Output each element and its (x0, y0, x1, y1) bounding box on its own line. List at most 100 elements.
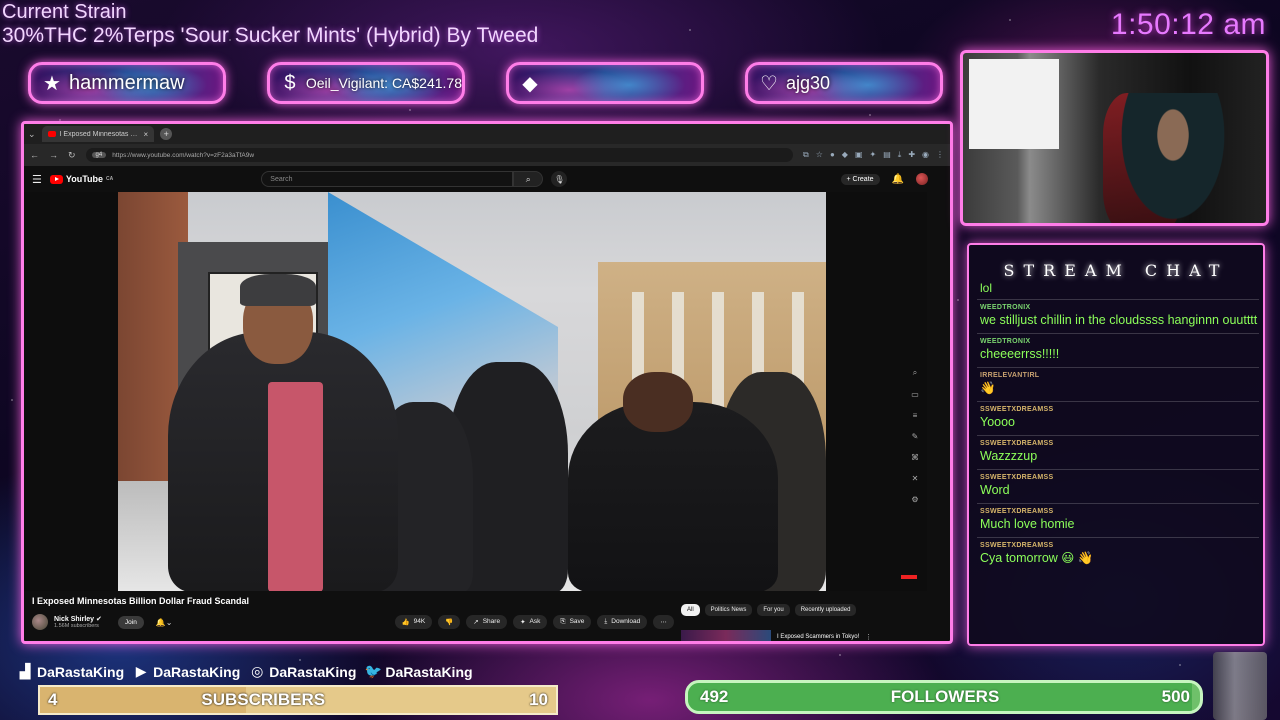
chip-politics-news[interactable]: Politics News (704, 604, 753, 616)
chip-all[interactable]: All (681, 604, 700, 616)
subscriber-goal-bar: 4 SUBSCRIBERS 10 (38, 685, 558, 715)
alert-text: hammermaw (69, 71, 185, 94)
microphone-icon[interactable]: 🎙 (551, 171, 568, 187)
search-input[interactable]: Search (261, 171, 514, 187)
chat-message-list: lol WEEDTRONIX we stilljust chillin in t… (977, 281, 1259, 643)
notifications-bell-icon[interactable]: 🔔 (892, 174, 904, 185)
channel-name[interactable]: Nick Shirley ✔ (54, 615, 102, 623)
extension-icon[interactable]: ◆ (842, 150, 848, 160)
channel-avatar[interactable] (32, 614, 48, 630)
chip-for-you[interactable]: For you (757, 604, 790, 616)
up-next-item[interactable]: I Exposed Scammers in Tokyo! ⋮ (681, 630, 872, 641)
ask-label: Ask (529, 618, 541, 625)
close-icon[interactable]: × (144, 130, 149, 139)
youtube-logo[interactable]: YouTube CA (49, 174, 114, 184)
search-icon[interactable]: ⌕ (913, 368, 917, 378)
chat-username: SSWEETXDREAMSS (980, 440, 1054, 447)
follower-current: 492 (700, 687, 729, 706)
account-avatar[interactable] (916, 173, 928, 185)
puzzle-icon[interactable]: ✚ (908, 150, 915, 160)
youtube-favicon-icon (47, 131, 56, 137)
list-icon[interactable]: ≡ (913, 411, 918, 420)
extension-icon[interactable]: ✦ (870, 150, 877, 160)
hamburger-menu-icon[interactable]: ☰ (32, 173, 42, 186)
menu-dots-icon[interactable]: ⋮ (936, 150, 944, 160)
subscription-bell-icon[interactable]: 🔔⌄ (156, 618, 173, 627)
up-next-title[interactable]: I Exposed Scammers in Tokyo! (777, 634, 859, 640)
chat-username: SSWEETXDREAMSS (980, 508, 1054, 515)
chat-message: SSWEETXDREAMSS Cya tomorrow 😃 👋 (977, 538, 1259, 571)
social-handle: DaRastaKing (37, 663, 125, 680)
chat-message-text: Yoooo (980, 415, 1015, 429)
create-button[interactable]: + Create (840, 173, 880, 185)
video-frame (118, 192, 826, 591)
chat-message-text: 👋 (980, 381, 996, 395)
address-bar: ← → ↻ g4 https://www.youtube.com/watch?v… (24, 144, 950, 166)
dislike-button[interactable]: 👎 (438, 615, 461, 629)
video-metadata: I Exposed Minnesotas Billion Dollar Frau… (24, 594, 927, 641)
join-button[interactable]: Join (117, 615, 144, 629)
chat-message-text: Cya tomorrow 😃 👋 (980, 551, 1094, 565)
tools-icon[interactable]: ✕ (912, 474, 919, 483)
extension-icon[interactable]: ● (830, 150, 835, 160)
browser-side-rail: ⌕ ▭ ≡ ✎ ⌘ ✕ ⚙ (903, 368, 927, 504)
stream-chat-panel: STREAM CHAT lol WEEDTRONIX we stilljust … (967, 243, 1265, 646)
tab-list-icon[interactable]: ⌄ (28, 129, 36, 140)
video-scene-person (268, 382, 323, 591)
search-icon[interactable]: ⌕ (513, 171, 544, 187)
ask-button[interactable]: ✦ Ask (513, 615, 548, 629)
follower-goal-label: FOLLOWERS (890, 687, 1000, 706)
more-actions-button[interactable]: ⋯ (653, 615, 674, 629)
stream-clock: 1:50:12 am (1110, 8, 1266, 41)
browser-window: ⌄ I Exposed Minnesotas Bil... × + ← → ↻ … (21, 121, 953, 644)
chat-username: SSWEETXDREAMSS (980, 542, 1054, 549)
youtube-wordmark: YouTube (65, 174, 104, 184)
extension-icon[interactable]: ▣ (855, 150, 863, 160)
chip-recently-uploaded[interactable]: Recently uploaded (794, 604, 857, 616)
subscriber-goal-target: 10 (529, 690, 548, 709)
tab-strip: ⌄ I Exposed Minnesotas Bil... × + (24, 124, 950, 144)
like-button[interactable]: 👍 94K (394, 615, 433, 629)
chat-message: SSWEETXDREAMSS Yoooo (977, 402, 1259, 436)
up-next-thumbnail[interactable] (681, 630, 771, 641)
forward-icon[interactable]: → (49, 150, 58, 160)
sidebar-icon[interactable]: ▤ (883, 150, 891, 160)
chat-message-text: Wazzzzup (980, 449, 1038, 463)
sparkle-icon: ✦ (520, 619, 526, 626)
strain-description: 30%THC 2%Terps 'Sour Sucker Mints' (Hybr… (2, 24, 539, 47)
alert-text: ajg30 (786, 72, 831, 93)
share-button[interactable]: ↗ Share (466, 615, 508, 629)
download-label: Download (611, 618, 641, 625)
install-icon[interactable]: ⧉ (803, 150, 809, 160)
save-button[interactable]: ⎘ Save (553, 615, 592, 629)
new-tab-button[interactable]: + (160, 128, 173, 140)
video-scene-person (623, 372, 693, 432)
bookmark-star-icon[interactable]: ☆ (816, 150, 823, 160)
browser-tab[interactable]: I Exposed Minnesotas Bil... × (41, 126, 155, 142)
region-code: CA (106, 176, 114, 182)
subscriber-goal-label: SUBSCRIBERS (201, 690, 326, 709)
download-icon[interactable]: ⤓ (898, 150, 902, 160)
webcam-scene-streamer (1113, 93, 1233, 223)
back-icon[interactable]: ← (30, 150, 39, 160)
settings-icon[interactable]: ⚙ (911, 495, 918, 504)
edit-icon[interactable]: ✎ (912, 432, 919, 441)
alert-follower: ★ hammermaw (28, 62, 226, 104)
more-options-icon[interactable]: ⋮ (865, 633, 872, 641)
instagram-icon: ◎ (251, 663, 264, 679)
gamepad-icon[interactable]: ⌘ (911, 453, 919, 462)
reload-icon[interactable]: ↻ (68, 150, 76, 161)
site-info-chip[interactable]: g4 (91, 152, 107, 158)
profile-icon[interactable]: ◉ (922, 150, 929, 160)
social-youtube: ▶ DaRastaKing (132, 663, 241, 680)
video-player[interactable]: ⌕ ▭ ≡ ✎ ⌘ ✕ ⚙ (24, 192, 927, 591)
chat-message-text: we stilljust chillin in the cloudssss ha… (980, 313, 1258, 327)
webcam-scene-window (969, 59, 1059, 149)
url-field[interactable]: g4 https://www.youtube.com/watch?v=zF2a3… (85, 148, 794, 162)
chat-username: WEEDTRONIX (980, 338, 1031, 345)
social-handle: DaRastaKing (385, 663, 473, 680)
download-button[interactable]: ⤓ Download (597, 615, 648, 629)
subscriber-count: 1.56M subscribers (54, 623, 99, 629)
chat-icon[interactable]: ▭ (911, 390, 919, 399)
glass-decoration (1213, 652, 1267, 720)
